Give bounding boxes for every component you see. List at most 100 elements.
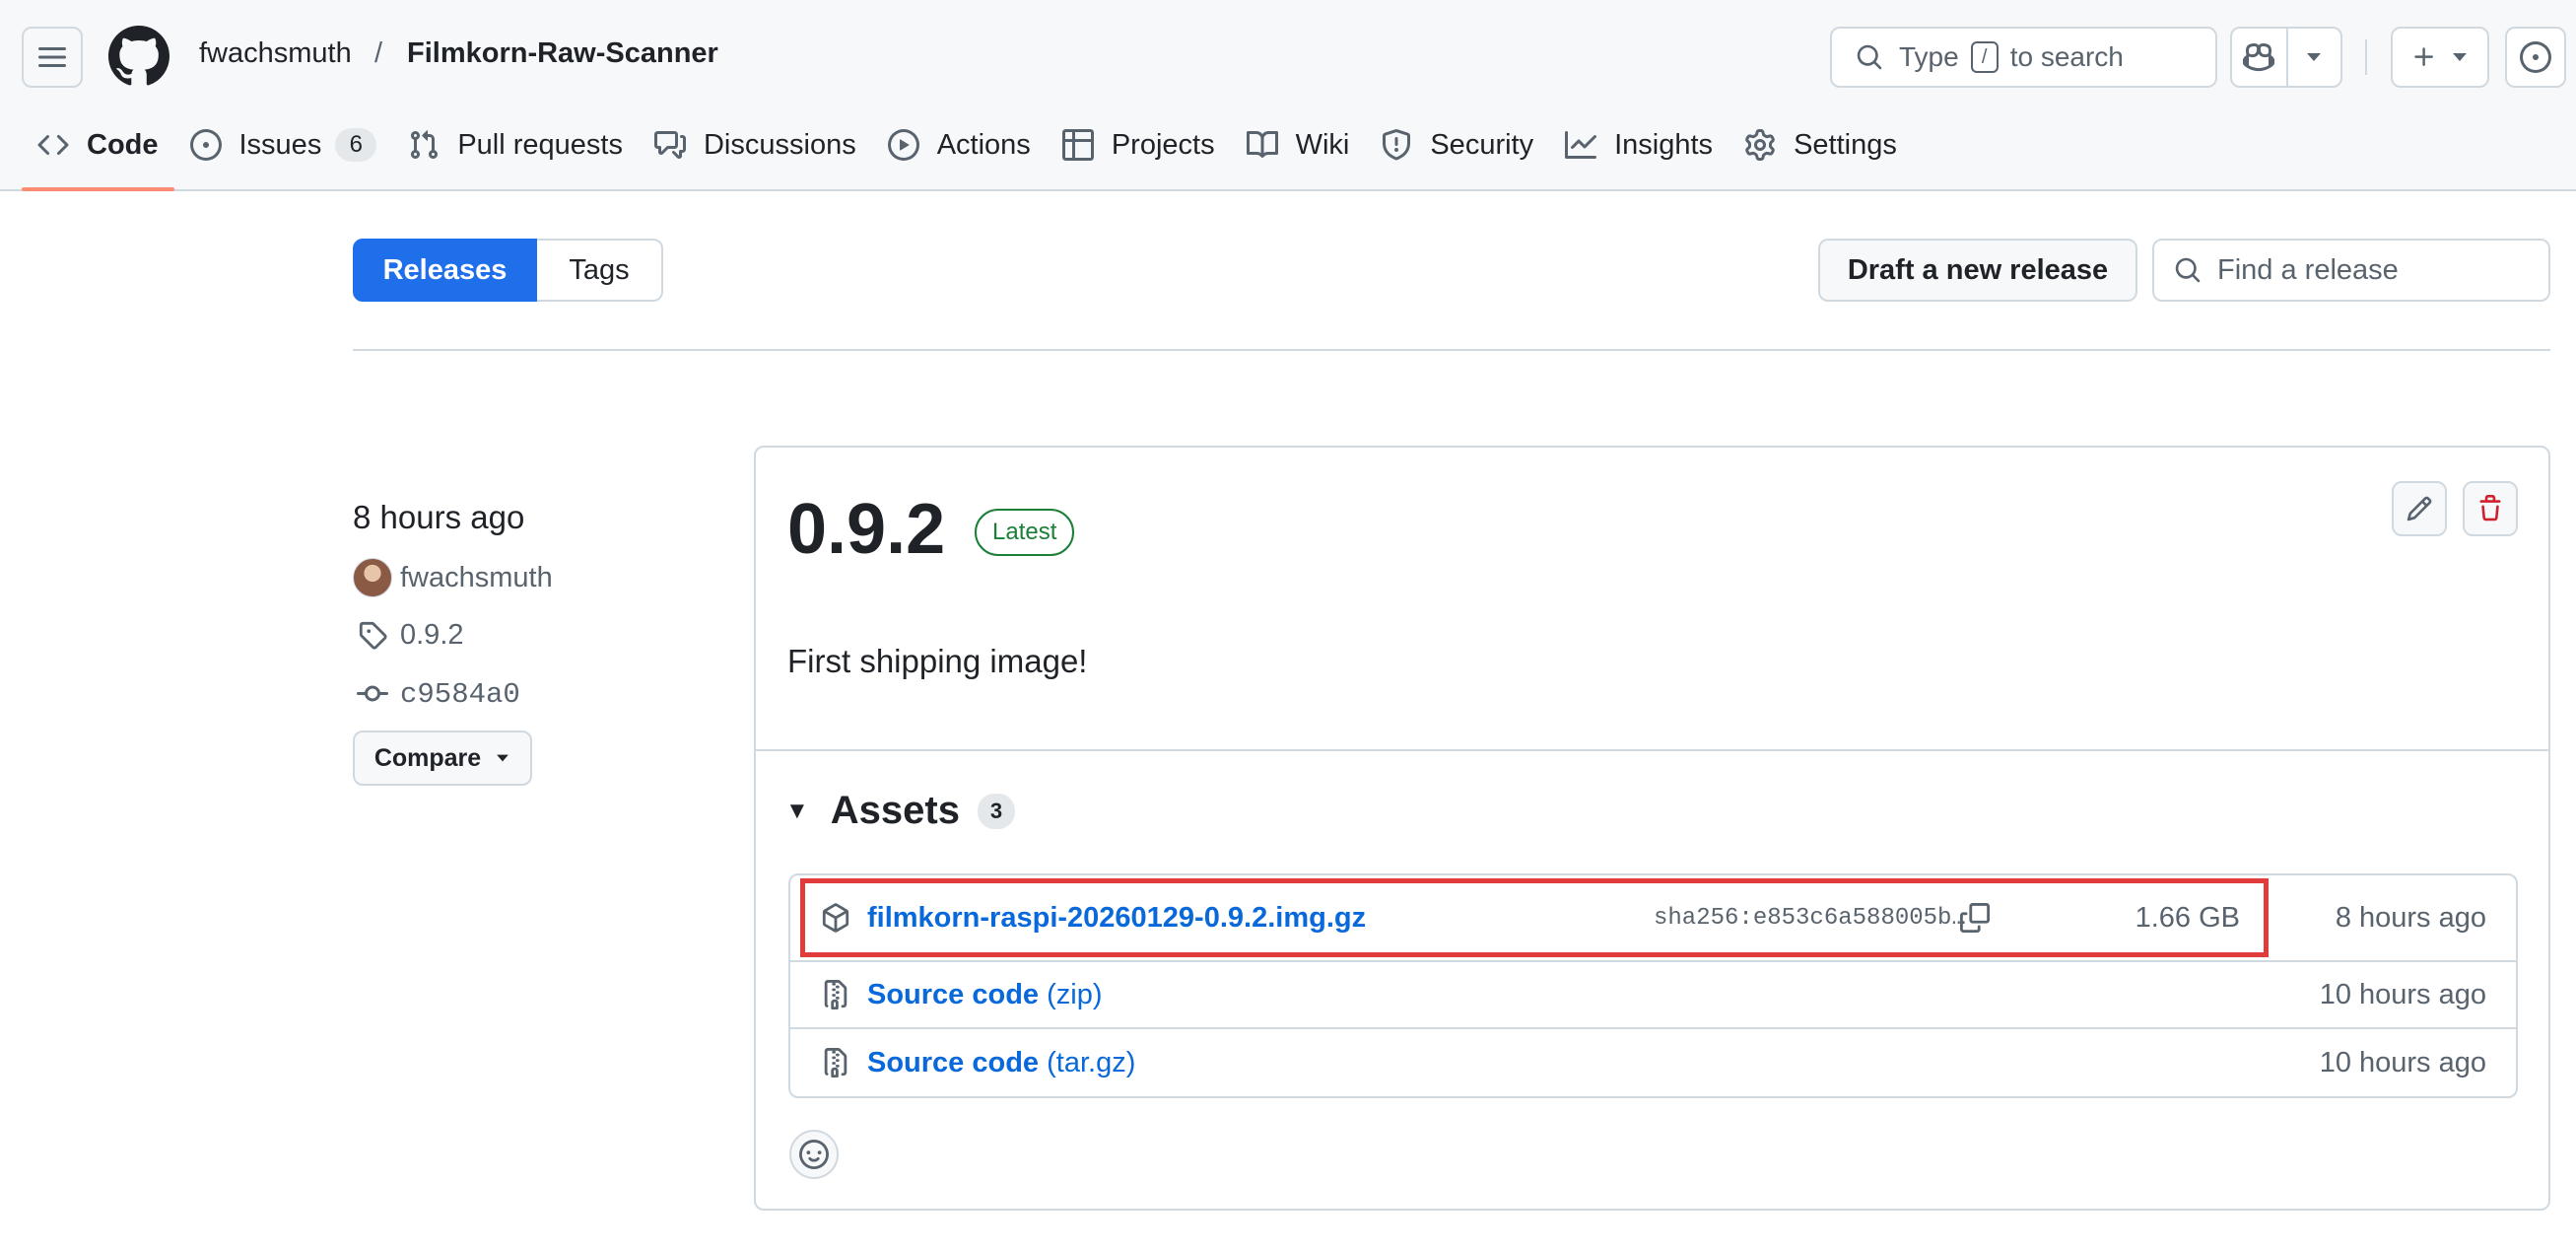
caret-down-icon: ▼ xyxy=(785,797,809,824)
git-pull-request-icon xyxy=(411,130,439,160)
pencil-icon xyxy=(2407,496,2432,522)
asset-row: filmkorn-raspi-20260129-0.9.2.img.gz sha… xyxy=(790,875,2516,960)
nav-tab-label: Issues xyxy=(238,128,322,161)
assets-title: Assets xyxy=(830,789,960,832)
assets-count-badge: 3 xyxy=(977,793,1015,829)
tag-icon xyxy=(359,621,387,650)
find-release-input[interactable] xyxy=(2217,253,2533,287)
asset-format: (tar.gz) xyxy=(1047,1046,1136,1078)
copilot-button[interactable] xyxy=(2232,29,2286,86)
file-zip-icon xyxy=(824,980,847,1009)
release-tag: 0.9.2 xyxy=(353,615,464,655)
compare-button[interactable]: Compare xyxy=(353,730,532,786)
code-icon xyxy=(37,134,69,156)
latest-badge: Latest xyxy=(975,509,1075,556)
delete-release-button[interactable] xyxy=(2463,481,2518,536)
content-divider xyxy=(353,349,2550,351)
copilot-dropdown-button[interactable] xyxy=(2285,29,2340,86)
release-author: fwachsmuth xyxy=(353,558,553,597)
assets-list: filmkorn-raspi-20260129-0.9.2.img.gz sha… xyxy=(788,873,2518,1098)
source-code-zip-link[interactable]: Source code (zip) xyxy=(867,979,1103,1011)
compare-label: Compare xyxy=(373,743,482,772)
your-issues-button[interactable] xyxy=(2505,27,2566,88)
nav-tab-label: Projects xyxy=(1111,128,1215,161)
nav-tab-security[interactable]: Security xyxy=(1365,113,1549,176)
nav-tab-label: Security xyxy=(1430,128,1534,161)
asset-name: Source code xyxy=(867,978,1040,1010)
nav-tab-label: Discussions xyxy=(703,128,856,161)
triangle-down-icon xyxy=(2453,53,2467,61)
copy-digest-button[interactable] xyxy=(1957,900,1993,936)
asset-name: Source code xyxy=(867,1046,1040,1078)
global-search-input[interactable]: Type / to search xyxy=(1830,27,2217,88)
nav-tab-settings[interactable]: Settings xyxy=(1729,113,1913,176)
release-commit: c9584a0 xyxy=(353,674,520,714)
release-card: 0.9.2 Latest First shipping image! ▼ Ass… xyxy=(754,446,2550,1211)
nav-tab-actions[interactable]: Actions xyxy=(872,113,1047,176)
asset-format: (zip) xyxy=(1047,978,1103,1010)
gear-icon xyxy=(1745,129,1775,161)
asset-download-link[interactable]: filmkorn-raspi-20260129-0.9.2.img.gz xyxy=(867,902,1366,935)
create-new-button[interactable] xyxy=(2391,27,2489,88)
comment-discussion-icon xyxy=(653,131,686,159)
assets-toggle[interactable]: ▼ Assets 3 xyxy=(785,789,1015,833)
issue-opened-icon xyxy=(189,129,222,161)
copilot-button-group xyxy=(2230,27,2342,88)
graph-icon xyxy=(1565,131,1597,159)
shield-icon xyxy=(1383,129,1411,161)
copy-icon xyxy=(1960,903,1990,933)
app-header: fwachsmuth / Filmkorn-Raw-Scanner Type /… xyxy=(0,0,2576,191)
menu-button[interactable] xyxy=(22,27,83,88)
commit-link[interactable]: c9584a0 xyxy=(400,678,520,711)
source-code-targz-link[interactable]: Source code (tar.gz) xyxy=(867,1047,1135,1079)
issue-opened-icon xyxy=(2520,41,2551,73)
tab-releases[interactable]: Releases xyxy=(353,239,537,302)
asset-row: Source code (tar.gz) 10 hours ago xyxy=(790,1027,2516,1096)
nav-tab-insights[interactable]: Insights xyxy=(1549,113,1729,176)
nav-tab-label: Actions xyxy=(936,128,1031,161)
find-release-field[interactable] xyxy=(2152,239,2550,302)
package-icon xyxy=(822,903,849,933)
asset-row: Source code (zip) 10 hours ago xyxy=(790,960,2516,1027)
edit-release-button[interactable] xyxy=(2392,481,2447,536)
tab-tags[interactable]: Tags xyxy=(537,239,663,302)
nav-tab-label: Pull requests xyxy=(457,128,623,161)
asset-digest: sha256:e853c6a588005b… xyxy=(1654,904,1966,932)
asset-time: 10 hours ago xyxy=(2319,978,2486,1010)
smiley-icon xyxy=(799,1140,829,1169)
nav-tab-issues[interactable]: Issues 6 xyxy=(174,113,393,176)
author-link[interactable]: fwachsmuth xyxy=(400,562,553,594)
nav-tab-projects[interactable]: Projects xyxy=(1047,113,1231,176)
nav-tab-wiki[interactable]: Wiki xyxy=(1231,113,1366,176)
file-zip-icon xyxy=(824,1048,847,1078)
path-separator: / xyxy=(374,37,383,69)
asset-time: 10 hours ago xyxy=(2319,1046,2486,1078)
avatar[interactable] xyxy=(353,558,392,597)
nav-tab-label: Code xyxy=(87,128,159,161)
repo-owner-link[interactable]: fwachsmuth xyxy=(199,37,352,70)
copilot-icon xyxy=(2243,42,2275,72)
release-title[interactable]: 0.9.2 xyxy=(787,489,945,570)
play-icon xyxy=(887,129,919,161)
card-divider xyxy=(756,749,2548,751)
nav-tab-code[interactable]: Code xyxy=(22,113,174,191)
search-icon xyxy=(1857,44,1882,70)
nav-tab-label: Settings xyxy=(1794,128,1897,161)
git-commit-icon xyxy=(357,685,388,702)
triangle-down-icon xyxy=(2307,53,2322,61)
trash-icon xyxy=(2479,495,2501,522)
nav-tab-discussions[interactable]: Discussions xyxy=(639,113,872,176)
header-divider xyxy=(2365,39,2367,75)
repo-name-link[interactable]: Filmkorn-Raw-Scanner xyxy=(407,37,718,70)
book-icon xyxy=(1246,130,1278,158)
release-notes: First shipping image! xyxy=(787,643,1088,679)
asset-size: 1.66 GB xyxy=(2135,901,2240,934)
nav-tab-label: Wiki xyxy=(1295,128,1350,161)
draft-new-release-button[interactable]: Draft a new release xyxy=(1818,239,2137,302)
menu-icon xyxy=(38,47,66,67)
nav-tab-pull-requests[interactable]: Pull requests xyxy=(392,113,639,176)
add-reaction-button[interactable] xyxy=(789,1130,839,1179)
repo-navigation: Code Issues 6 Pull requests Discussions … xyxy=(22,113,1913,191)
github-logo-icon[interactable] xyxy=(108,26,169,87)
tag-link[interactable]: 0.9.2 xyxy=(400,619,464,652)
